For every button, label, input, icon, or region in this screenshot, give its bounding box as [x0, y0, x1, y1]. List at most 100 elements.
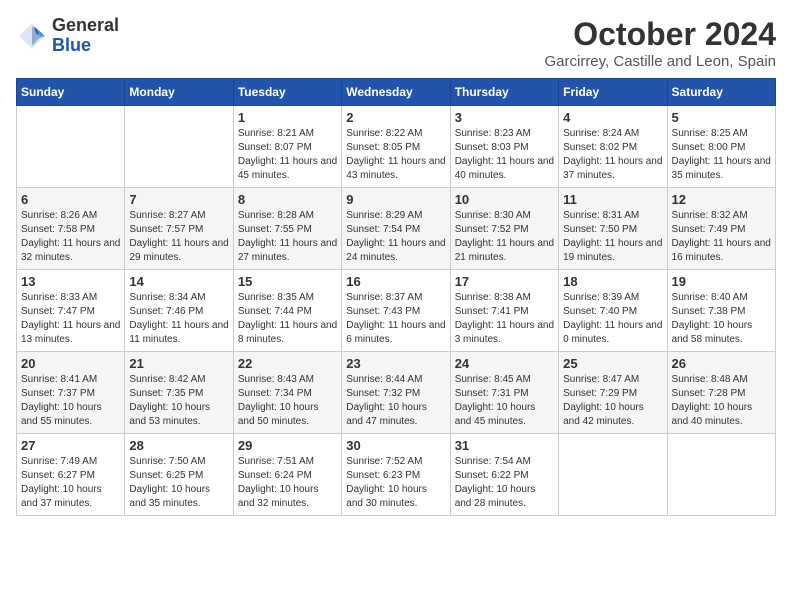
calendar-cell: 13 Sunrise: 8:33 AM Sunset: 7:47 PM Dayli…: [17, 270, 125, 352]
calendar-cell: 16Sunrise: 8:37 AM Sunset: 7:43 PM Dayli…: [342, 270, 450, 352]
weekday-header: Friday: [559, 79, 667, 106]
calendar-cell: 25Sunrise: 8:47 AM Sunset: 7:29 PM Dayli…: [559, 352, 667, 434]
day-info: Sunrise: 8:26 AM Sunset: 7:58 PM Dayligh…: [21, 209, 120, 265]
calendar-cell: 12 Sunrise: 8:32 AM Sunset: 7:49 PM Dayli…: [667, 188, 775, 270]
day-number: 5: [672, 110, 771, 125]
day-number: 15: [238, 274, 337, 289]
day-info: Sunrise: 8:48 AM Sunset: 7:28 PM Dayligh…: [672, 373, 771, 429]
calendar-week: 1 Sunrise: 8:21 AM Sunset: 8:07 PM Daylig…: [17, 106, 776, 188]
day-info: Sunrise: 7:49 AM Sunset: 6:27 PM Dayligh…: [21, 455, 120, 511]
calendar-cell: 18Sunrise: 8:39 AM Sunset: 7:40 PM Dayli…: [559, 270, 667, 352]
calendar-cell: 27 Sunrise: 7:49 AM Sunset: 6:27 PM Dayli…: [17, 434, 125, 516]
weekday-header: Tuesday: [233, 79, 341, 106]
calendar-header: SundayMondayTuesdayWednesdayThursdayFrid…: [17, 79, 776, 106]
day-number: 13: [21, 274, 120, 289]
day-info: Sunrise: 8:22 AM Sunset: 8:05 PM Dayligh…: [346, 127, 445, 183]
day-info: Sunrise: 8:45 AM Sunset: 7:31 PM Dayligh…: [455, 373, 554, 429]
day-info: Sunrise: 8:25 AM Sunset: 8:00 PM Dayligh…: [672, 127, 771, 183]
day-number: 20: [21, 356, 120, 371]
weekday-header: Monday: [125, 79, 233, 106]
calendar-cell: 31 Sunrise: 7:54 AM Sunset: 6:22 PM Dayli…: [450, 434, 558, 516]
day-info: Sunrise: 8:32 AM Sunset: 7:49 PM Dayligh…: [672, 209, 771, 265]
calendar-cell: 5 Sunrise: 8:25 AM Sunset: 8:00 PM Daylig…: [667, 106, 775, 188]
calendar-cell: 10 Sunrise: 8:30 AM Sunset: 7:52 PM Dayli…: [450, 188, 558, 270]
calendar-cell: 24Sunrise: 8:45 AM Sunset: 7:31 PM Dayli…: [450, 352, 558, 434]
day-info: Sunrise: 7:51 AM Sunset: 6:24 PM Dayligh…: [238, 455, 337, 511]
day-number: 14: [129, 274, 228, 289]
day-number: 27: [21, 438, 120, 453]
calendar-cell: [17, 106, 125, 188]
day-number: 16: [346, 274, 445, 289]
calendar-cell: [125, 106, 233, 188]
calendar-cell: 19Sunrise: 8:40 AM Sunset: 7:38 PM Dayli…: [667, 270, 775, 352]
day-number: 23: [346, 356, 445, 371]
day-info: Sunrise: 8:27 AM Sunset: 7:57 PM Dayligh…: [129, 209, 228, 265]
calendar-cell: 29 Sunrise: 7:51 AM Sunset: 6:24 PM Dayli…: [233, 434, 341, 516]
calendar-cell: 21 Sunrise: 8:42 AM Sunset: 7:35 PM Dayli…: [125, 352, 233, 434]
calendar-cell: 23 Sunrise: 8:44 AM Sunset: 7:32 PM Dayli…: [342, 352, 450, 434]
day-number: 10: [455, 192, 554, 207]
day-info: Sunrise: 8:31 AM Sunset: 7:50 PM Dayligh…: [563, 209, 662, 265]
day-info: Sunrise: 8:23 AM Sunset: 8:03 PM Dayligh…: [455, 127, 554, 183]
day-number: 8: [238, 192, 337, 207]
calendar-cell: 17Sunrise: 8:38 AM Sunset: 7:41 PM Dayli…: [450, 270, 558, 352]
calendar-cell: [559, 434, 667, 516]
weekday-header: Sunday: [17, 79, 125, 106]
day-number: 1: [238, 110, 337, 125]
day-number: 12: [672, 192, 771, 207]
day-info: Sunrise: 7:54 AM Sunset: 6:22 PM Dayligh…: [455, 455, 554, 511]
day-number: 2: [346, 110, 445, 125]
calendar-cell: 28 Sunrise: 7:50 AM Sunset: 6:25 PM Dayli…: [125, 434, 233, 516]
title-block: October 2024 Garcirrey, Castille and Leo…: [544, 16, 776, 70]
day-info: Sunrise: 8:21 AM Sunset: 8:07 PM Dayligh…: [238, 127, 337, 183]
logo-icon: [16, 20, 48, 52]
calendar-cell: 6Sunrise: 8:26 AM Sunset: 7:58 PM Daylig…: [17, 188, 125, 270]
day-info: Sunrise: 8:34 AM Sunset: 7:46 PM Dayligh…: [129, 291, 228, 347]
calendar-cell: 7Sunrise: 8:27 AM Sunset: 7:57 PM Daylig…: [125, 188, 233, 270]
weekday-header: Saturday: [667, 79, 775, 106]
day-info: Sunrise: 8:44 AM Sunset: 7:32 PM Dayligh…: [346, 373, 445, 429]
calendar-week: 20 Sunrise: 8:41 AM Sunset: 7:37 PM Dayli…: [17, 352, 776, 434]
calendar-cell: 15Sunrise: 8:35 AM Sunset: 7:44 PM Dayli…: [233, 270, 341, 352]
calendar-cell: [667, 434, 775, 516]
day-info: Sunrise: 8:42 AM Sunset: 7:35 PM Dayligh…: [129, 373, 228, 429]
day-info: Sunrise: 8:47 AM Sunset: 7:29 PM Dayligh…: [563, 373, 662, 429]
calendar-cell: 4Sunrise: 8:24 AM Sunset: 8:02 PM Daylig…: [559, 106, 667, 188]
day-info: Sunrise: 8:28 AM Sunset: 7:55 PM Dayligh…: [238, 209, 337, 265]
day-info: Sunrise: 8:30 AM Sunset: 7:52 PM Dayligh…: [455, 209, 554, 265]
day-info: Sunrise: 8:33 AM Sunset: 7:47 PM Dayligh…: [21, 291, 120, 347]
day-info: Sunrise: 8:43 AM Sunset: 7:34 PM Dayligh…: [238, 373, 337, 429]
day-number: 28: [129, 438, 228, 453]
day-number: 22: [238, 356, 337, 371]
calendar-cell: 11 Sunrise: 8:31 AM Sunset: 7:50 PM Dayli…: [559, 188, 667, 270]
calendar-cell: 20 Sunrise: 8:41 AM Sunset: 7:37 PM Dayli…: [17, 352, 125, 434]
calendar-cell: 1 Sunrise: 8:21 AM Sunset: 8:07 PM Daylig…: [233, 106, 341, 188]
calendar-cell: 30 Sunrise: 7:52 AM Sunset: 6:23 PM Dayli…: [342, 434, 450, 516]
weekday-header: Thursday: [450, 79, 558, 106]
day-number: 9: [346, 192, 445, 207]
day-info: Sunrise: 8:40 AM Sunset: 7:38 PM Dayligh…: [672, 291, 771, 347]
calendar-week: 13 Sunrise: 8:33 AM Sunset: 7:47 PM Dayli…: [17, 270, 776, 352]
day-number: 17: [455, 274, 554, 289]
day-number: 30: [346, 438, 445, 453]
calendar-table: SundayMondayTuesdayWednesdayThursdayFrid…: [16, 78, 776, 516]
subtitle: Garcirrey, Castille and Leon, Spain: [544, 53, 776, 70]
day-number: 21: [129, 356, 228, 371]
day-number: 3: [455, 110, 554, 125]
day-info: Sunrise: 8:41 AM Sunset: 7:37 PM Dayligh…: [21, 373, 120, 429]
day-number: 29: [238, 438, 337, 453]
day-number: 31: [455, 438, 554, 453]
day-number: 4: [563, 110, 662, 125]
weekday-header: Wednesday: [342, 79, 450, 106]
day-info: Sunrise: 7:50 AM Sunset: 6:25 PM Dayligh…: [129, 455, 228, 511]
calendar-cell: 14 Sunrise: 8:34 AM Sunset: 7:46 PM Dayli…: [125, 270, 233, 352]
calendar-cell: 26Sunrise: 8:48 AM Sunset: 7:28 PM Dayli…: [667, 352, 775, 434]
calendar-cell: 22 Sunrise: 8:43 AM Sunset: 7:34 PM Dayli…: [233, 352, 341, 434]
day-number: 11: [563, 192, 662, 207]
day-info: Sunrise: 7:52 AM Sunset: 6:23 PM Dayligh…: [346, 455, 445, 511]
logo: General Blue: [16, 16, 119, 56]
calendar-week: 27 Sunrise: 7:49 AM Sunset: 6:27 PM Dayli…: [17, 434, 776, 516]
logo-text: General Blue: [52, 16, 119, 56]
calendar-cell: 3 Sunrise: 8:23 AM Sunset: 8:03 PM Daylig…: [450, 106, 558, 188]
main-title: October 2024: [544, 16, 776, 53]
